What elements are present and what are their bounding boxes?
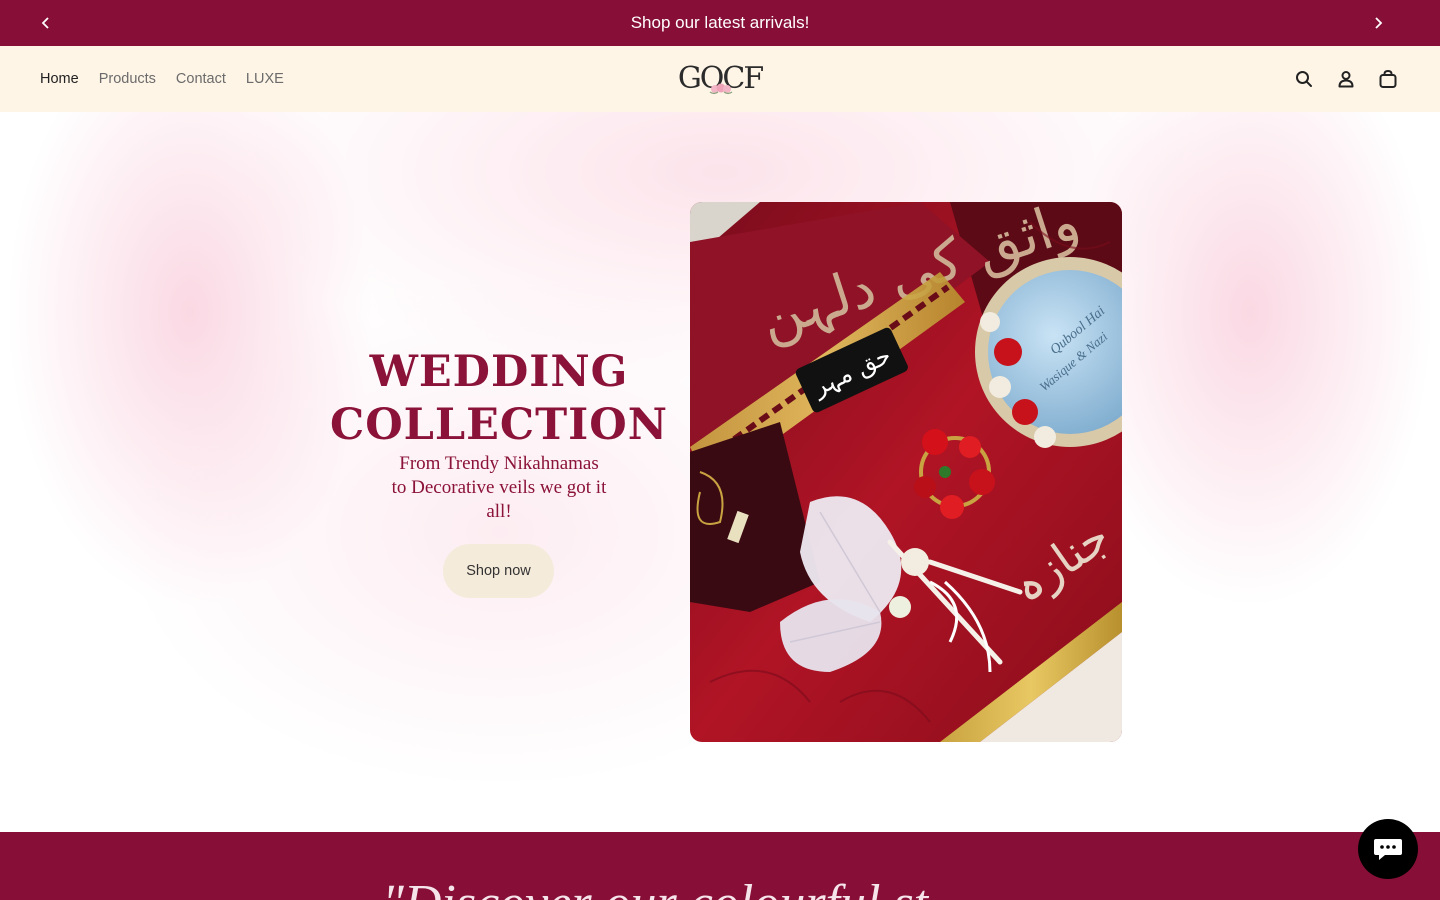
account-button[interactable]: [1334, 67, 1358, 91]
hero-title: WEDDING COLLECTION: [300, 346, 698, 452]
main-nav: Home Products Contact LUXE: [40, 46, 284, 112]
announcement-next-button[interactable]: [1355, 0, 1401, 46]
hero-subtitle: From Trendy Nikahnamas to Decorative vei…: [391, 453, 607, 522]
chat-icon: [1374, 839, 1402, 860]
quote-band: "Discover our colourful st: [0, 832, 1440, 900]
hero-title-line2: COLLECTION: [329, 400, 669, 450]
hero-banner: WEDDING COLLECTION From Trendy Nikahnama…: [0, 112, 1440, 832]
nav-luxe[interactable]: LUXE: [246, 71, 284, 87]
announcement-text[interactable]: Shop our latest arrivals!: [631, 13, 810, 33]
shop-now-button[interactable]: Shop now: [443, 544, 554, 598]
nav-products[interactable]: Products: [99, 71, 156, 87]
quote-text: "Discover our colourful st: [382, 874, 928, 900]
site-header: Home Products Contact LUXE GOCF: [0, 46, 1440, 112]
cart-button[interactable]: [1376, 67, 1400, 91]
search-icon: [1296, 71, 1312, 87]
hero-title-line1: WEDDING: [369, 347, 629, 397]
announcement-bar: Shop our latest arrivals!: [0, 0, 1440, 46]
chevron-left-icon: [41, 17, 49, 29]
site-logo[interactable]: GOCF: [672, 56, 768, 102]
account-icon: [1338, 71, 1354, 88]
announcement-prev-button[interactable]: [23, 0, 69, 46]
chevron-right-icon: [1375, 17, 1383, 29]
search-button[interactable]: [1292, 67, 1316, 91]
nav-contact[interactable]: Contact: [176, 71, 226, 87]
logo-flower-icon: [709, 83, 733, 95]
cart-icon: [1379, 69, 1397, 88]
nav-home[interactable]: Home: [40, 71, 79, 87]
hero-product-image[interactable]: واثق کی دلہن حق مہر Qubool Hai Wasique &…: [690, 202, 1122, 742]
wedding-collection-photo: واثق کی دلہن حق مہر Qubool Hai Wasique &…: [690, 202, 1122, 742]
header-icons: [1292, 46, 1400, 112]
chat-button[interactable]: [1358, 819, 1418, 879]
